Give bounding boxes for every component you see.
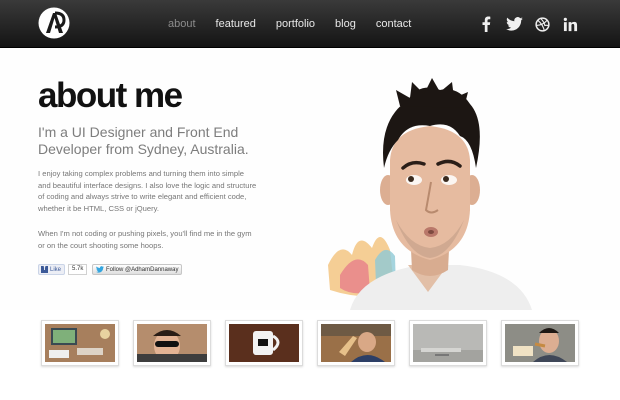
like-count: 5.7k [68,264,88,275]
follow-label: Follow @AdhamDannaway [106,266,179,273]
nav-portfolio[interactable]: portfolio [276,18,315,30]
nav-blog[interactable]: blog [335,18,356,30]
bio-paragraph-2: When I'm not coding or pushing pixels, y… [38,229,252,250]
facebook-small-icon: f [41,266,48,273]
portfolio-thumbnails [0,310,620,400]
page-title: about me [38,76,183,115]
facebook-icon[interactable] [476,14,496,34]
nav-featured[interactable]: featured [216,18,256,30]
linkedin-icon[interactable] [560,14,580,34]
twitter-bird-icon [96,266,104,273]
portrait-image [328,78,532,310]
logo-icon[interactable] [38,7,70,39]
nav-about[interactable]: about [168,18,196,30]
intro-subtitle: I'm a UI Designer and Front End Develope… [38,124,249,157]
facebook-like-button[interactable]: f Like 5.7k [38,264,88,275]
bio-paragraph-1: I enjoy taking complex problems and turn… [38,169,257,214]
like-pill[interactable]: f Like [38,264,66,275]
thumbnail-sunglasses[interactable] [133,320,211,366]
dribbble-icon[interactable] [532,14,552,34]
top-navigation-bar: about featured portfolio blog contact [0,0,620,48]
twitter-follow-button[interactable]: Follow @AdhamDannaway [92,264,183,275]
nav-contact[interactable]: contact [376,18,411,30]
thumbnail-eating[interactable] [501,320,579,366]
thumbnail-desk-setup[interactable] [41,320,119,366]
like-label: Like [50,266,62,273]
main-nav: about featured portfolio blog contact [168,0,431,48]
social-links [468,14,580,34]
twitter-icon[interactable] [504,14,524,34]
thumbnail-mug[interactable] [225,320,303,366]
thumbnail-macbook[interactable] [409,320,487,366]
thumbnail-on-phone[interactable] [317,320,395,366]
